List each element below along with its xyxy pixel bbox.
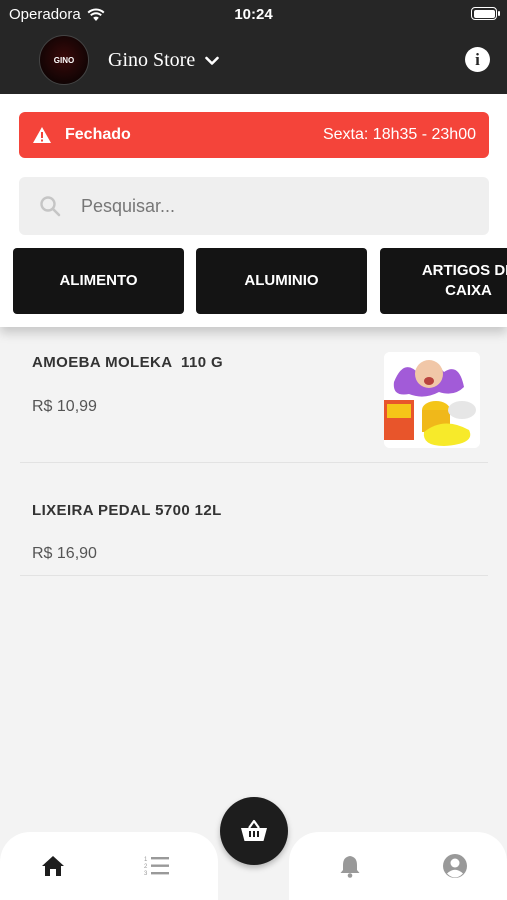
search-input[interactable] [81, 195, 461, 217]
app-header: Operadora 10:24 GINO Gino Store i [0, 0, 507, 94]
product-image [384, 352, 480, 448]
battery-icon [471, 7, 500, 20]
store-hours: Sexta: 18h35 - 23h00 [322, 126, 476, 143]
store-selector[interactable]: Gino Store [108, 49, 220, 72]
basket-icon [241, 819, 267, 841]
store-panel: Fechado Sexta: 18h35 - 23h00 ALIMENTO AL… [0, 94, 507, 327]
product-name: LIXEIRA PEDAL 5700 12L [32, 502, 222, 519]
info-icon[interactable]: i [465, 47, 490, 72]
warning-icon [33, 127, 51, 143]
store-status-label: Fechado [65, 126, 131, 143]
bottom-nav-left [0, 832, 218, 900]
category-label: ALIMENTO [59, 272, 138, 289]
status-time: 10:24 [234, 6, 273, 23]
store-name: Gino Store [108, 49, 196, 71]
category-button-artigos-de-caixa[interactable]: ARTIGOS DE CAIXA [380, 248, 507, 314]
category-carousel[interactable]: ALIMENTO ALUMINIO ARTIGOS DE CAIXA [13, 248, 507, 314]
bell-icon[interactable] [336, 852, 364, 880]
home-icon[interactable] [39, 852, 67, 880]
category-button-alimento[interactable]: ALIMENTO [13, 248, 184, 314]
bottom-nav-right [289, 832, 507, 900]
category-label: ARTIGOS DE CAIXA [421, 262, 507, 299]
product-item[interactable]: AMOEBA MOLEKA 110 G R$ 10,99 [20, 346, 488, 463]
cart-button[interactable] [220, 797, 288, 865]
chevron-down-icon [205, 56, 220, 65]
account-icon[interactable] [441, 852, 469, 880]
svg-text:3: 3 [144, 871, 148, 877]
store-logo-text: GINO [53, 55, 75, 65]
search-icon [40, 196, 61, 217]
product-price: R$ 16,90 [32, 545, 97, 562]
svg-text:2: 2 [144, 864, 148, 870]
store-status-banner: Fechado Sexta: 18h35 - 23h00 [19, 112, 489, 158]
search-bar[interactable] [19, 177, 489, 235]
product-price: R$ 10,99 [32, 398, 97, 415]
category-label: ALUMINIO [244, 272, 319, 289]
status-bar: Operadora 10:24 [0, 0, 507, 28]
product-item[interactable]: LIXEIRA PEDAL 5700 12L R$ 16,90 [20, 484, 488, 576]
product-name: AMOEBA MOLEKA 110 G [32, 354, 224, 371]
category-button-aluminio[interactable]: ALUMINIO [196, 248, 367, 314]
store-logo[interactable]: GINO [39, 35, 89, 85]
svg-text:1: 1 [144, 857, 148, 863]
menu-list-icon[interactable]: 1 2 3 [143, 852, 171, 880]
